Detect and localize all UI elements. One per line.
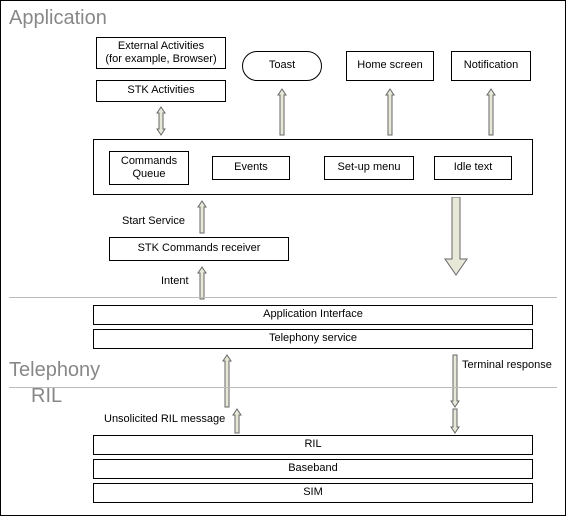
label-intent: Intent	[161, 275, 189, 287]
box-ril: RIL	[93, 435, 533, 455]
divider-app-telephony	[9, 297, 557, 298]
box-toast: Toast	[242, 51, 322, 81]
box-home-screen: Home screen	[346, 51, 434, 81]
box-application-interface: Application Interface	[93, 305, 533, 325]
section-label-telephony: Telephony	[9, 359, 100, 382]
arrow-ril-down	[447, 407, 463, 435]
section-label-ril: RIL	[31, 385, 62, 408]
box-stk-activities: STK Activities	[96, 80, 226, 102]
label-terminal-response: Terminal response	[462, 359, 552, 371]
arrow-telephony-up	[219, 351, 235, 411]
box-baseband: Baseband	[93, 459, 533, 479]
box-events: Events	[212, 156, 290, 180]
arrow-toast	[274, 85, 290, 139]
box-commands-queue: Commands Queue	[109, 151, 189, 185]
arrow-start-service	[194, 197, 210, 237]
label-unsolicited: Unsolicited RIL message	[104, 413, 225, 425]
arrow-unsolicited	[229, 407, 245, 435]
diagram-canvas: Application Telephony RIL External Activ…	[0, 0, 566, 516]
box-stk-commands-receiver: STK Commands receiver	[109, 237, 289, 261]
box-notification: Notification	[451, 51, 531, 81]
divider-telephony-ril	[9, 387, 557, 388]
box-external-activities: External Activities (for example, Browse…	[96, 37, 226, 69]
arrow-stk-activities	[153, 103, 169, 139]
box-setup-menu: Set-up menu	[324, 156, 414, 180]
section-label-application: Application	[9, 7, 107, 30]
label-start-service: Start Service	[122, 215, 185, 227]
box-idle-text: Idle text	[434, 156, 512, 180]
container-middle: Commands Queue Events Set-up menu Idle t…	[93, 139, 533, 195]
arrow-home-screen	[382, 85, 398, 139]
arrow-telephony-down	[447, 351, 463, 411]
box-telephony-service: Telephony service	[93, 329, 533, 349]
arrow-notification	[483, 85, 499, 139]
box-sim: SIM	[93, 483, 533, 503]
arrow-big-down	[441, 197, 471, 277]
